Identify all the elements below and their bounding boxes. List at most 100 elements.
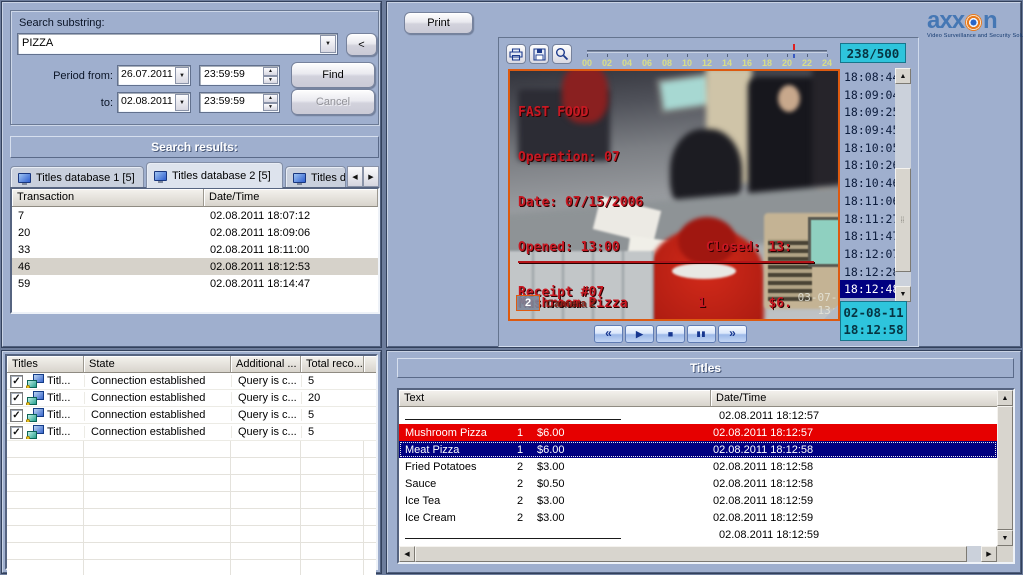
find-button[interactable]: Find [291,62,375,88]
spin-down-icon[interactable]: ▼ [263,76,278,85]
scroll-down-button[interactable]: ▼ [895,286,911,302]
timestamp-item[interactable]: 18:09:25 [840,103,895,121]
database-row[interactable]: ✓ Titl... Connection established Query i… [7,424,376,441]
transaction-row[interactable]: 20 02.08.2011 18:09:06 [12,224,378,241]
timestamp-item[interactable]: 18:12:28 [840,263,895,281]
title-row-selected[interactable]: Meat Pizza 1 $6.00 02.08.2011 18:12:58 [399,441,997,458]
scrollbar-thumb[interactable] [997,406,1013,530]
frame-save-button[interactable] [529,44,549,64]
title-datetime: 02.08.2011 18:12:59 [711,529,819,541]
frame-zoom-button[interactable] [552,44,572,64]
transaction-row[interactable]: 7 02.08.2011 18:07:12 [12,207,378,224]
collapse-button[interactable]: < [346,33,377,56]
current-position-box: 02-08-11 18:12:58 [840,301,907,341]
date-to-picker[interactable]: 02.08.2011 ▼ [117,92,191,113]
column-header-titles[interactable]: Titles [7,356,84,373]
cancel-button[interactable]: Cancel [291,89,375,115]
chevron-down-icon: ▼ [325,41,331,47]
titles-vertical-scrollbar[interactable]: ▲ ▼ [997,390,1013,546]
search-dropdown-button[interactable]: ▼ [320,35,336,53]
time-from-spinner[interactable]: 23:59:59 ▲▼ [199,65,280,86]
tab-titles-database-1[interactable]: Titles database 1 [5] [10,166,144,188]
database-row[interactable]: ✓ Titl... Connection established Query i… [7,373,376,390]
tab-titles-database-3[interactable]: Titles dat. [285,166,346,188]
empty-row [7,458,376,475]
scrollbar-thumb[interactable] [415,546,967,562]
titles-horizontal-scrollbar[interactable]: ◀ ▶ [399,546,997,562]
title-row-divider[interactable]: 02.08.2011 18:12:59 [399,526,997,543]
item-qty: 2 [503,495,537,507]
tab-scroll-right-button[interactable]: ▶ [363,166,379,187]
scroll-right-button[interactable]: ▶ [981,546,997,562]
column-header-datetime[interactable]: Date/Time [204,189,378,207]
checkbox-checked[interactable]: ✓ [10,375,23,388]
video-frame[interactable]: FAST FOOD Operation: 07 Date: 07/15/2006… [508,69,840,321]
timestamp-list-scrollbar[interactable]: ▲ ⣿ ▼ [895,68,911,302]
timestamp-item[interactable]: 18:12:07 [840,245,895,263]
title-row-divider[interactable]: 02.08.2011 18:12:57 [399,407,997,424]
resize-grip-icon[interactable] [824,305,838,319]
empty-row [7,543,376,560]
rewind-button[interactable]: « [594,325,623,343]
timeline-position-marker[interactable] [793,44,795,50]
date-to-dropdown[interactable]: ▼ [175,94,189,111]
transaction-row-selected[interactable]: 46 02.08.2011 18:12:53 [12,258,378,275]
tab-scroll-left-button[interactable]: ◀ [347,166,363,187]
spin-up-icon[interactable]: ▲ [263,94,278,103]
scrollbar-thumb[interactable]: ⣿ [895,168,911,272]
frame-print-button[interactable] [506,44,526,64]
time-from-spin-buttons[interactable]: ▲▼ [263,67,278,84]
timestamp-item[interactable]: 18:10:26 [840,156,895,174]
timestamp-item[interactable]: 18:11:27 [840,210,895,228]
transaction-row[interactable]: 33 02.08.2011 18:11:00 [12,241,378,258]
play-button[interactable]: ▶ [625,325,654,343]
title-row-highlighted[interactable]: Mushroom Pizza 1 $6.00 02.08.2011 18:12:… [399,424,997,441]
column-header-state[interactable]: State [84,356,231,373]
search-input[interactable]: PIZZA ▼ [17,33,338,55]
timestamp-item[interactable]: 18:10:46 [840,174,895,192]
column-header-additional[interactable]: Additional ... [231,356,301,373]
checkbox-checked[interactable]: ✓ [10,392,23,405]
timestamp-item[interactable]: 18:09:04 [840,86,895,104]
timestamp-item[interactable]: 18:09:45 [840,121,895,139]
title-row[interactable]: Sauce 2 $0.50 02.08.2011 18:12:58 [399,475,997,492]
column-header-total[interactable]: Total reco... [301,356,364,373]
date-from-dropdown[interactable]: ▼ [175,67,189,84]
checkbox-checked[interactable]: ✓ [10,426,23,439]
spin-up-icon[interactable]: ▲ [263,67,278,76]
date-from-picker[interactable]: 26.07.2011 ▼ [117,65,191,86]
database-row[interactable]: ✓ Titl... Connection established Query i… [7,390,376,407]
timestamp-item-selected[interactable]: 18:12:48 [840,280,895,298]
title-row[interactable]: Fried Potatoes 2 $3.00 02.08.2011 18:12:… [399,458,997,475]
transaction-row[interactable]: 59 02.08.2011 18:14:47 [12,275,378,292]
column-header-datetime[interactable]: Date/Time [711,390,997,407]
checkbox-checked[interactable]: ✓ [10,409,23,422]
timestamp-item[interactable]: 18:10:05 [840,139,895,157]
scroll-up-button[interactable]: ▲ [895,68,911,84]
timestamp-item[interactable]: 18:11:47 [840,227,895,245]
time-to-spinner[interactable]: 23:59:59 ▲▼ [199,92,280,113]
column-header-transaction[interactable]: Transaction [12,189,204,207]
column-header-text[interactable]: Text [399,390,711,407]
position-time: 18:12:58 [843,321,903,338]
scroll-left-button[interactable]: ◀ [399,546,415,562]
pause-button[interactable]: ▮▮ [687,325,716,343]
timestamp-item[interactable]: 18:11:06 [840,192,895,210]
title-row[interactable]: Ice Tea 2 $3.00 02.08.2011 18:12:59 [399,492,997,509]
stop-button[interactable]: ■ [656,325,685,343]
search-results-header: Search results: [10,136,379,158]
scroll-down-button[interactable]: ▼ [997,530,1013,546]
time-to-spin-buttons[interactable]: ▲▼ [263,94,278,111]
empty-row [7,560,376,575]
fast-forward-button[interactable]: » [718,325,747,343]
databases-table-header: Titles State Additional ... Total reco..… [7,356,376,373]
tab-titles-database-2[interactable]: Titles database 2 [5] [146,162,283,188]
title-row[interactable]: Ice Cream 2 $3.00 02.08.2011 18:12:59 [399,509,997,526]
scroll-up-button[interactable]: ▲ [997,390,1013,406]
date-to-value: 02.08.2011 [118,93,174,112]
title-datetime: 02.08.2011 18:12:58 [705,444,813,456]
timestamp-item[interactable]: 18:08:44 [840,68,895,86]
print-button[interactable]: Print [404,12,473,34]
database-row[interactable]: ✓ Titl... Connection established Query i… [7,407,376,424]
spin-down-icon[interactable]: ▼ [263,103,278,112]
